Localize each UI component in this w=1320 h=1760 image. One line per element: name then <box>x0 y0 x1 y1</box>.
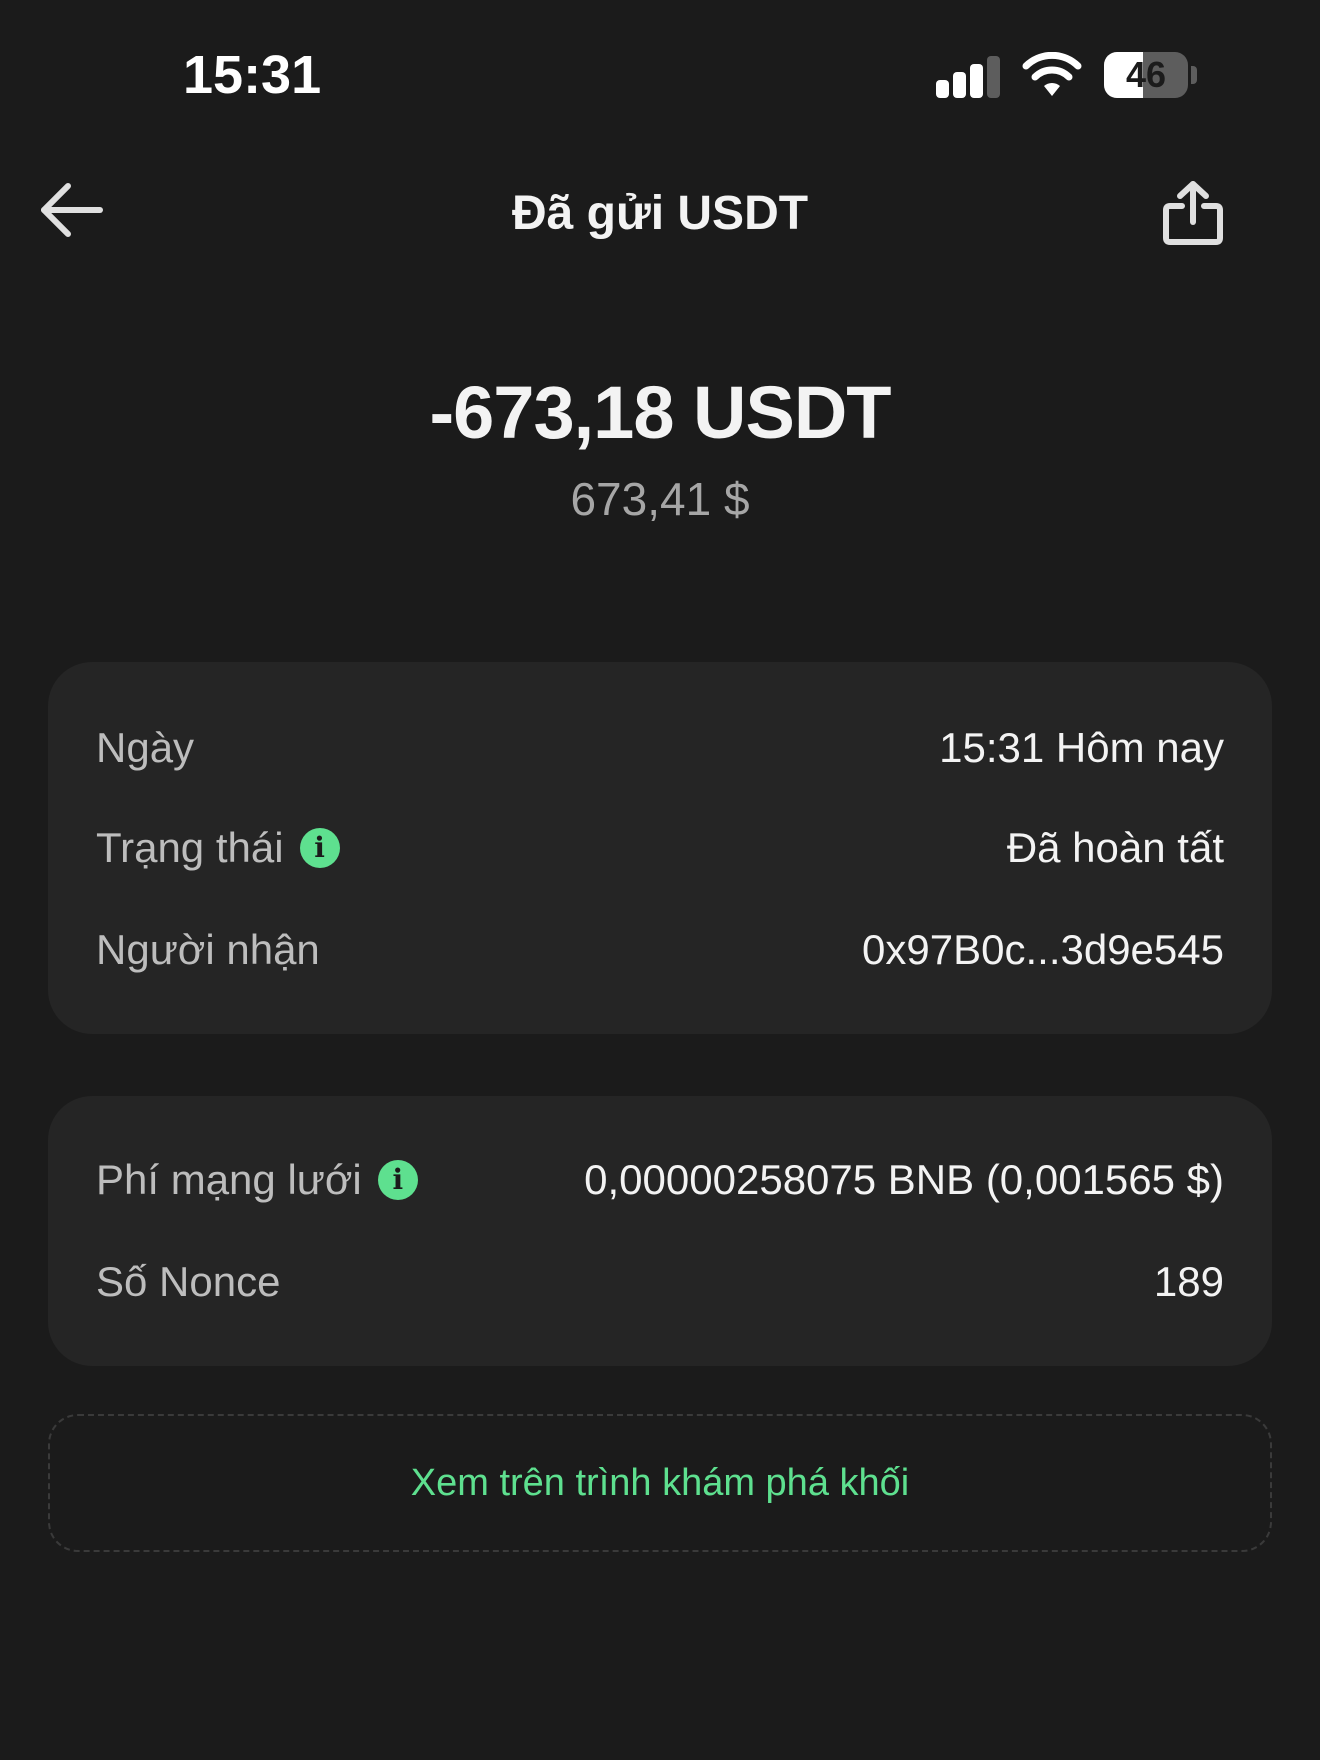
fee-value: 0,00000258075 BNB (0,001565 $) <box>584 1156 1224 1203</box>
recipient-address[interactable]: 0x97B0c...3d9e545 <box>862 920 1224 980</box>
battery-level: 46 <box>1125 54 1167 95</box>
info-icon[interactable]: i <box>299 827 340 868</box>
battery-icon: 46 <box>1104 52 1198 98</box>
detail-label-status: Trạng thái i <box>96 818 340 878</box>
status-time: 15:31 <box>183 45 322 105</box>
share-button[interactable] <box>1158 178 1228 248</box>
signal-icon <box>936 56 1000 98</box>
back-button[interactable] <box>38 178 108 242</box>
network-fee-card: Phí mạng lưới i 0,00000258075 BNB (0,0015… <box>48 1096 1272 1366</box>
status-bar: 15:31 46 <box>0 0 1320 150</box>
detail-label: Trạng thái <box>96 824 284 871</box>
detail-row-date: Ngày 15:31 Hôm nay <box>48 718 1272 778</box>
fee-label: Phí mạng lưới <box>96 1156 362 1203</box>
arrow-left-icon <box>41 183 103 237</box>
view-on-explorer-button[interactable]: Xem trên trình khám phá khối <box>48 1414 1272 1552</box>
detail-value: 15:31 Hôm nay <box>939 724 1224 771</box>
info-icon[interactable]: i <box>377 1159 418 1200</box>
fee-row-network: Phí mạng lưới i 0,00000258075 BNB (0,0015… <box>48 1150 1272 1210</box>
explorer-link-label: Xem trên trình khám phá khối <box>410 1462 910 1504</box>
detail-row-status: Trạng thái i Đã hoàn tất <box>48 818 1272 878</box>
amount-crypto: -673,18 USDT <box>429 371 892 454</box>
fee-row-nonce: Số Nonce 189 <box>48 1252 1272 1312</box>
detail-row-recipient: Người nhận 0x97B0c...3d9e545 <box>48 920 1272 980</box>
detail-label: Người nhận <box>96 926 320 973</box>
battery-body: 46 <box>1104 52 1188 98</box>
detail-value: Đã hoàn tất <box>1006 824 1224 871</box>
share-icon <box>1163 181 1223 245</box>
battery-cap <box>1191 66 1197 84</box>
wifi-icon <box>1022 52 1082 96</box>
transaction-details-card: Ngày 15:31 Hôm nay Trạng thái i Đã hoàn t… <box>48 662 1272 1034</box>
page-title: Đã gửi USDT <box>511 187 809 240</box>
fee-label-network: Phí mạng lưới i <box>96 1150 418 1210</box>
detail-label: Ngày <box>96 724 195 771</box>
fee-label: Số Nonce <box>96 1258 281 1305</box>
amount-fiat: 673,41 $ <box>570 473 750 525</box>
fee-value: 189 <box>1153 1258 1224 1305</box>
